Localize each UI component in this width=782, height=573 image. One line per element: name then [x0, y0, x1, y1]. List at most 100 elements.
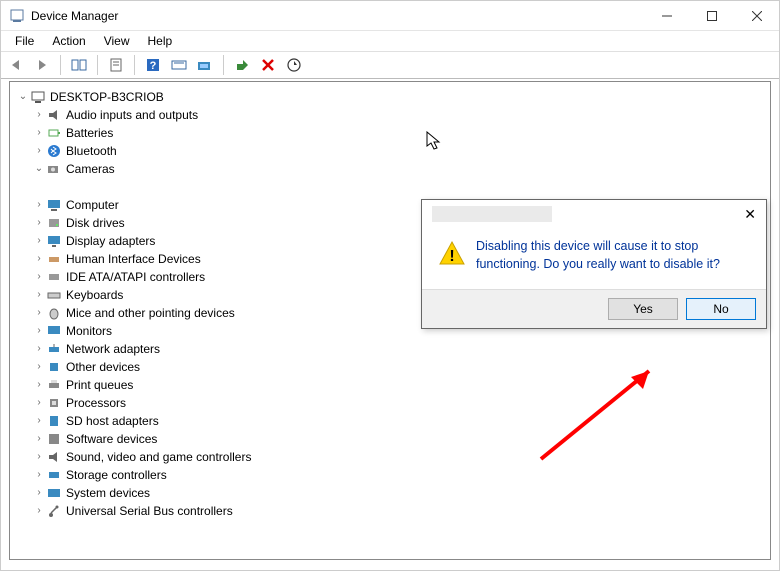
device-category-icon	[46, 197, 62, 213]
device-category-icon	[46, 233, 62, 249]
menu-view[interactable]: View	[96, 32, 138, 50]
enable-button[interactable]	[231, 54, 253, 76]
device-category-icon	[46, 143, 62, 159]
svg-text:?: ?	[150, 60, 157, 72]
chevron-icon[interactable]: ›	[32, 196, 46, 214]
tree-item[interactable]: ›Sound, video and game controllers	[14, 448, 766, 466]
tree-item-label: Monitors	[66, 322, 112, 340]
svg-text:!: !	[449, 248, 454, 265]
device-category-icon	[46, 485, 62, 501]
scan-hardware-button[interactable]	[283, 54, 305, 76]
chevron-icon[interactable]: ›	[32, 232, 46, 250]
chevron-icon[interactable]: ›	[32, 286, 46, 304]
tree-item[interactable]: ⌄Cameras	[14, 160, 766, 178]
tree-root-label: DESKTOP-B3CRIOB	[50, 88, 164, 106]
minimize-button[interactable]	[644, 1, 689, 31]
menu-file[interactable]: File	[7, 32, 42, 50]
chevron-icon[interactable]: ›	[32, 502, 46, 520]
tree-item-label: Human Interface Devices	[66, 250, 201, 268]
tree-item[interactable]: › Bluetooth	[14, 142, 766, 160]
close-button[interactable]	[734, 1, 779, 31]
tree-item[interactable]: › Storage controllers	[14, 466, 766, 484]
tree-item-label: Software devices	[66, 430, 157, 448]
chevron-icon[interactable]: ›	[32, 376, 46, 394]
tree-item[interactable]: ›	[14, 178, 766, 196]
device-category-icon	[46, 269, 62, 285]
tree-item-label: Disk drives	[66, 214, 125, 232]
dialog-message: Disabling this device will cause it to s…	[476, 238, 750, 273]
device-category-icon	[46, 377, 62, 393]
tree-item[interactable]: › System devices	[14, 484, 766, 502]
tree-item-label: Processors	[66, 394, 126, 412]
dialog-titlebar: ✕	[422, 200, 766, 228]
chevron-icon[interactable]: ›	[32, 430, 46, 448]
chevron-icon[interactable]: ›	[32, 412, 46, 430]
show-hidden-button[interactable]	[68, 54, 90, 76]
help-button[interactable]: ?	[142, 54, 164, 76]
tree-item[interactable]: ›Other devices	[14, 358, 766, 376]
toolbar: ?	[1, 51, 779, 79]
chevron-icon[interactable]: ›	[32, 304, 46, 322]
tree-item-label: SD host adapters	[66, 412, 159, 430]
chevron-icon[interactable]: ›	[32, 484, 46, 502]
no-button[interactable]: No	[686, 298, 756, 320]
uninstall-button[interactable]	[257, 54, 279, 76]
tree-item[interactable]: ›Network adapters	[14, 340, 766, 358]
back-button[interactable]	[5, 54, 27, 76]
tree-item[interactable]: › Software devices	[14, 430, 766, 448]
menu-action[interactable]: Action	[44, 32, 93, 50]
device-category-icon	[46, 449, 62, 465]
scan-button[interactable]	[168, 54, 190, 76]
update-driver-button[interactable]	[194, 54, 216, 76]
tree-item-label: Storage controllers	[66, 466, 167, 484]
tree-item-label: Audio inputs and outputs	[66, 106, 198, 124]
app-icon	[9, 8, 25, 24]
device-category-icon	[46, 395, 62, 411]
chevron-icon[interactable]: ›	[32, 322, 46, 340]
tree-item-label: IDE ATA/ATAPI controllers	[66, 268, 205, 286]
device-category-icon	[46, 287, 62, 303]
chevron-icon[interactable]: ›	[32, 250, 46, 268]
tree-item-label: Batteries	[66, 124, 113, 142]
tree-item-label: System devices	[66, 484, 150, 502]
menubar: File Action View Help	[1, 31, 779, 51]
chevron-icon[interactable]: ›	[32, 124, 46, 142]
maximize-button[interactable]	[689, 1, 734, 31]
chevron-icon[interactable]: ›	[32, 214, 46, 232]
chevron-down-icon[interactable]: ⌄	[16, 88, 30, 106]
chevron-icon[interactable]: ›	[32, 394, 46, 412]
chevron-icon[interactable]: ›	[32, 448, 46, 466]
tree-item[interactable]: › Print queues	[14, 376, 766, 394]
tree-item-label: Keyboards	[66, 286, 123, 304]
confirm-dialog: ✕ ! Disabling this device will cause it …	[421, 199, 767, 329]
tree-item[interactable]: › Audio inputs and outputs	[14, 106, 766, 124]
chevron-icon[interactable]: ›	[32, 358, 46, 376]
chevron-icon[interactable]: ⌄	[32, 160, 46, 178]
tree-item[interactable]: › Processors	[14, 394, 766, 412]
forward-button[interactable]	[31, 54, 53, 76]
properties-button[interactable]	[105, 54, 127, 76]
device-category-icon	[46, 359, 62, 375]
chevron-icon[interactable]: ›	[32, 466, 46, 484]
chevron-icon[interactable]: ›	[32, 106, 46, 124]
chevron-icon[interactable]: ›	[32, 142, 46, 160]
tree-item[interactable]: ›Universal Serial Bus controllers	[14, 502, 766, 520]
device-category-icon	[46, 125, 62, 141]
yes-button[interactable]: Yes	[608, 298, 678, 320]
tree-root[interactable]: ⌄ DESKTOP-B3CRIOB	[14, 88, 766, 106]
tree-item-label: Print queues	[66, 376, 133, 394]
chevron-icon[interactable]: ›	[32, 268, 46, 286]
device-category-icon	[46, 413, 62, 429]
device-category-icon	[46, 341, 62, 357]
tree-item-label: Mice and other pointing devices	[66, 304, 235, 322]
device-category-icon	[64, 179, 80, 195]
tree-item[interactable]: › SD host adapters	[14, 412, 766, 430]
tree-item[interactable]: › Batteries	[14, 124, 766, 142]
device-category-icon	[46, 467, 62, 483]
dialog-close-button[interactable]: ✕	[740, 204, 760, 225]
chevron-icon[interactable]: ›	[32, 340, 46, 358]
tree-item-label: Bluetooth	[66, 142, 117, 160]
menu-help[interactable]: Help	[140, 32, 181, 50]
device-manager-window: Device Manager File Action View Help ? ⌄	[0, 0, 780, 571]
device-category-icon	[46, 305, 62, 321]
